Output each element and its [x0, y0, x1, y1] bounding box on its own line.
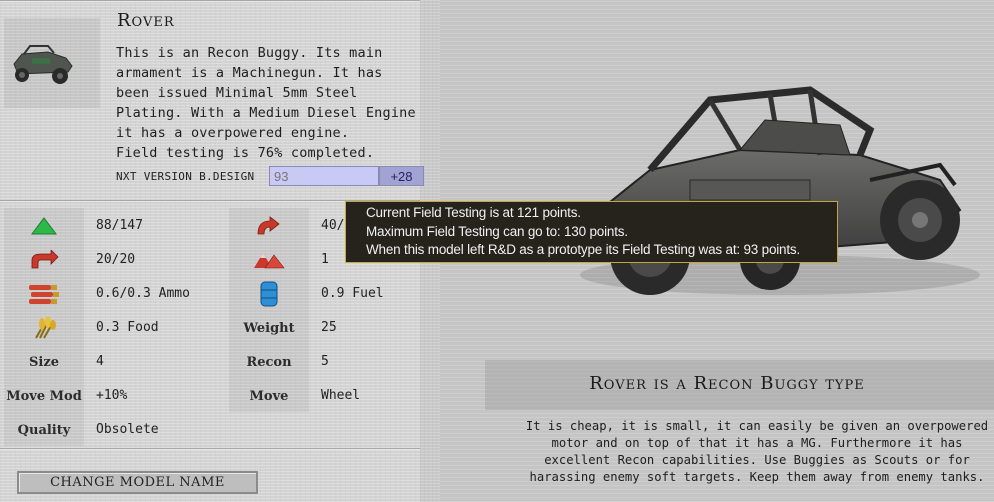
unit-thumbnail	[4, 18, 100, 108]
divider	[0, 0, 420, 2]
description-line: Plating. With a Medium Diesel Engine	[116, 105, 416, 121]
type-description: It is cheap, it is small, it can easily …	[520, 418, 994, 486]
type-description-line: excellent Recon capabilities. Use Buggie…	[544, 453, 970, 467]
version-label: NXT VERSION B.DESIGN	[116, 170, 255, 183]
tooltip-line: When this model left R&D as a prototype …	[366, 242, 801, 257]
food-value: 0.3 Food	[96, 320, 159, 335]
version-delta-badge: +28	[379, 166, 424, 186]
change-model-name-button[interactable]: CHANGE MODEL NAME	[17, 471, 258, 494]
move-mod-value: +10%	[96, 388, 128, 403]
description-line: it has a overpowered engine.	[116, 125, 350, 141]
fuel-value: 0.9 Fuel	[321, 286, 384, 301]
health-value: 88/147	[96, 218, 143, 233]
unit-name: Rover	[117, 10, 175, 31]
unit-description: This is an Recon Buggy. Its main armamen…	[116, 43, 416, 163]
description-line: been issued Minimal 5mm Steel	[116, 85, 358, 101]
divider	[0, 448, 420, 450]
movement-value: 40/	[321, 218, 345, 233]
ammo-icon	[4, 278, 84, 310]
terrain-value: 1	[321, 252, 329, 267]
weight-value: 25	[321, 320, 337, 335]
field-testing-text: Field testing is 76% completed.	[116, 145, 375, 161]
move-label: Move	[249, 388, 289, 404]
turn-arrow-icon	[4, 244, 84, 276]
tooltip-line: Current Field Testing is at 121 points.	[366, 205, 581, 220]
mountain-icon	[229, 244, 309, 276]
buggy-illustration	[580, 86, 980, 295]
turns-value: 20/20	[96, 252, 136, 267]
wheat-food-icon	[4, 312, 84, 344]
quality-value: Obsolete	[96, 422, 159, 437]
move-value: Wheel	[321, 388, 361, 403]
type-description-line: It is cheap, it is small, it can easily …	[525, 419, 989, 433]
curved-arrow-icon	[229, 210, 309, 242]
fuel-barrel-icon	[229, 278, 309, 310]
description-line: armament is a Machinegun. It has	[116, 65, 383, 81]
move-mod-label: Move Mod	[6, 388, 82, 404]
size-label: Size	[29, 354, 59, 370]
field-testing-tooltip: Current Field Testing is at 121 points. …	[345, 201, 838, 263]
recon-label: Recon	[246, 354, 292, 370]
type-description-line: harassing enemy soft targets. Keep them …	[529, 470, 985, 484]
description-line: This is an Recon Buggy. Its main	[116, 45, 383, 61]
weight-label: Weight	[243, 320, 295, 336]
quality-label: Quality	[17, 422, 71, 438]
tooltip-line: Maximum Field Testing can go to: 130 poi…	[366, 223, 628, 239]
type-title: Rover is a Recon Buggy type	[589, 373, 865, 394]
buggy-thumbnail-icon	[13, 45, 73, 84]
size-value: 4	[96, 354, 104, 369]
version-input[interactable]	[269, 166, 379, 186]
ammo-value: 0.6/0.3 Ammo	[96, 286, 190, 301]
recon-value: 5	[321, 354, 329, 369]
type-description-line: motor and on top of that it has a MG. Fu…	[551, 436, 963, 450]
health-triangle-icon	[4, 210, 84, 242]
